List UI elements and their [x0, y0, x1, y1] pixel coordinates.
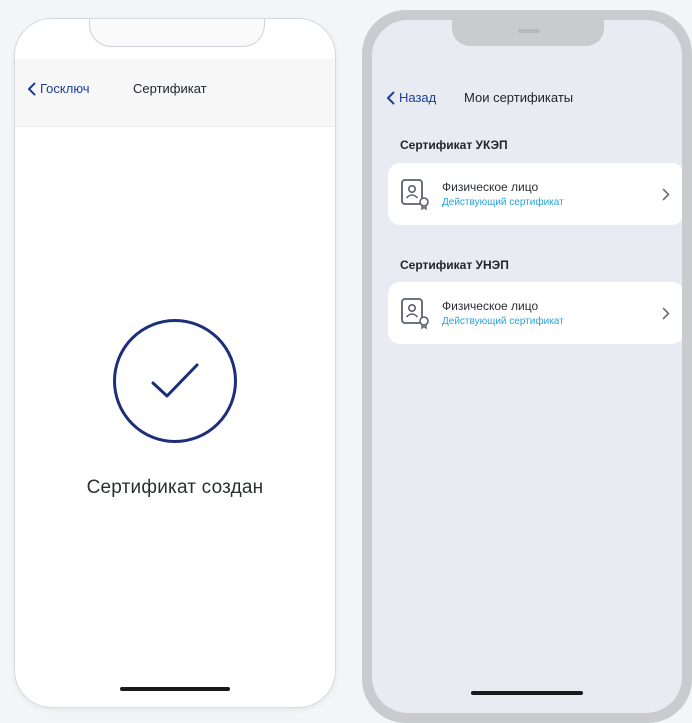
stage: Госключ Сертификат Сертификат создан Наз…: [0, 0, 692, 723]
page-title: Мои сертификаты: [464, 90, 574, 105]
phone-my-certificates-frame: Назад Мои сертификаты Сертификат УКЭП Фи…: [362, 10, 692, 723]
page-title: Сертификат: [133, 81, 207, 96]
back-button[interactable]: Госключ: [27, 81, 90, 96]
certificate-card-ukep[interactable]: Физическое лицо Действующий сертификат: [388, 163, 682, 225]
phone-certificate-created: Госключ Сертификат Сертификат создан: [14, 18, 336, 708]
checkmark-circle-icon: [113, 319, 237, 443]
chevron-right-icon: [662, 307, 670, 319]
back-button[interactable]: Назад: [386, 90, 436, 105]
back-label: Назад: [399, 90, 437, 105]
phone-my-certificates: Назад Мои сертификаты Сертификат УКЭП Фи…: [372, 20, 682, 713]
phone-notch: [452, 20, 604, 46]
phone-notch: [89, 19, 265, 47]
speaker: [518, 29, 540, 33]
section-title-ukep: Сертификат УКЭП: [400, 138, 508, 152]
navigation-bar: Госключ Сертификат: [15, 59, 335, 127]
chevron-left-icon: [28, 82, 36, 95]
back-label: Госключ: [40, 81, 90, 96]
success-message: Сертификат создан: [86, 477, 264, 498]
home-indicator[interactable]: [471, 691, 583, 695]
certificate-card-unep[interactable]: Физическое лицо Действующий сертификат: [388, 282, 682, 344]
certificate-name: Физическое лицо: [442, 180, 539, 194]
certificate-status: Действующий сертификат: [442, 316, 564, 327]
chevron-left-icon: [387, 91, 395, 104]
certificate-icon: [401, 179, 429, 211]
checkmark-icon: [151, 363, 199, 398]
certificate-name: Физическое лицо: [442, 299, 539, 313]
home-indicator[interactable]: [120, 687, 230, 691]
chevron-right-icon: [662, 188, 670, 200]
success-block: Сертификат создан: [15, 319, 335, 499]
certificate-icon: [401, 298, 429, 330]
section-title-unep: Сертификат УНЭП: [400, 258, 509, 272]
certificate-status: Действующий сертификат: [442, 197, 564, 208]
